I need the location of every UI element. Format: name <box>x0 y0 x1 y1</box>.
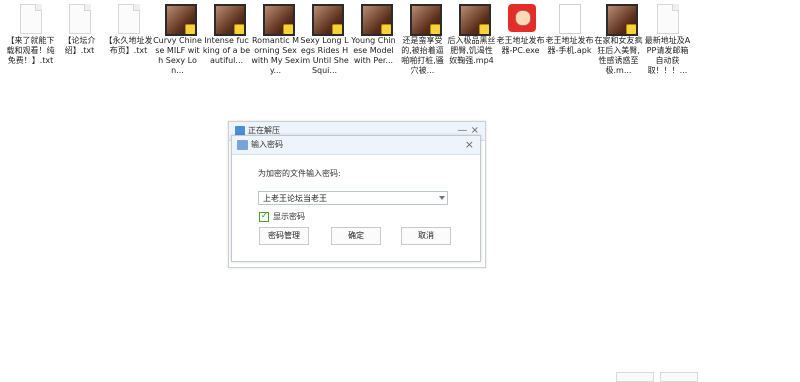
password-dialog: 输入密码 × 为加密的文件输入密码: 上老王论坛当老王 显示密码 密码管理 确定… <box>231 135 481 262</box>
password-dialog-titlebar: 输入密码 × <box>232 136 480 155</box>
extracting-buttons <box>616 372 698 382</box>
show-password-checkbox[interactable] <box>259 211 269 222</box>
desktop-file[interactable]: 后入极品黑丝肥臀,饥渴性奴鞠强.mp4 <box>447 2 496 82</box>
desktop-file[interactable]: 【论坛介绍】.txt <box>55 2 104 82</box>
app-icon <box>507 2 536 34</box>
video-file-icon <box>311 2 344 36</box>
chevron-down-icon[interactable] <box>439 196 445 200</box>
file-label: 后入极品黑丝肥臀,饥渴性奴鞠强.mp4 <box>447 36 496 65</box>
video-file-icon <box>360 2 393 36</box>
password-dialog-title: 输入密码 <box>251 140 283 149</box>
background-button[interactable] <box>660 372 698 382</box>
file-label: Young Chinese Model with Per... <box>351 36 396 65</box>
desktop-file[interactable]: 【永久地址发布页】.txt <box>104 2 153 82</box>
confirm-button[interactable]: 确定 <box>331 227 381 245</box>
desktop-file[interactable]: 老王地址发布器-PC.exe <box>496 2 545 82</box>
file-label: 【论坛介绍】.txt <box>63 36 96 55</box>
file-label: 老王地址发布器-PC.exe <box>496 36 545 55</box>
file-label: 在家和女友疯狂后入美臀,性感诱惑至极.m... <box>594 36 643 75</box>
password-prompt: 为加密的文件输入密码: <box>258 169 341 178</box>
file-label: 老王地址发布器-手机.apk <box>545 36 594 55</box>
text-file-icon <box>116 2 142 34</box>
video-file-icon <box>409 2 442 36</box>
video-file-icon <box>262 2 295 36</box>
text-file-icon <box>67 2 93 34</box>
desktop: 【来了就能下载和观看！纯免费！】.txt 【论坛介绍】.txt 【永久地址发布页… <box>0 0 800 382</box>
file-label: 【来了就能下载和观看！纯免费！】.txt <box>6 36 55 65</box>
video-file-icon <box>213 2 246 36</box>
apk-file-icon <box>557 2 583 34</box>
desktop-file[interactable]: 最新地址及APP请发邮箱自动获取！！！... <box>643 2 692 82</box>
desktop-file[interactable]: 老王地址发布器-手机.apk <box>545 2 594 82</box>
show-password-label: 显示密码 <box>273 212 305 221</box>
desktop-file[interactable]: Young Chinese Model with Per... <box>349 2 398 82</box>
desktop-file[interactable]: 【来了就能下载和观看！纯免费！】.txt <box>6 2 55 82</box>
cancel-button[interactable]: 取消 <box>401 227 451 245</box>
desktop-icon-row: 【来了就能下载和观看！纯免费！】.txt 【论坛介绍】.txt 【永久地址发布页… <box>6 2 800 82</box>
file-label: Intense fucking of a beautiful... <box>202 36 251 65</box>
file-label: 【永久地址发布页】.txt <box>104 36 153 55</box>
file-label: Romantic Morning Sex with My Sexy... <box>251 36 300 75</box>
desktop-file[interactable]: Intense fucking of a beautiful... <box>202 2 251 82</box>
desktop-file[interactable]: Romantic Morning Sex with My Sexy... <box>251 2 300 82</box>
video-file-icon <box>458 2 491 36</box>
file-label: Curvy Chinese MILF with Sexy Lon... <box>153 36 202 75</box>
desktop-file[interactable]: Curvy Chinese MILF with Sexy Lon... <box>153 2 202 82</box>
file-label: 最新地址及APP请发邮箱自动获取！！！... <box>644 36 691 75</box>
show-password-row[interactable]: 显示密码 <box>259 211 305 222</box>
text-file-icon <box>18 2 44 34</box>
desktop-file[interactable]: 在家和女友疯狂后入美臀,性感诱惑至极.m... <box>594 2 643 82</box>
text-file-icon <box>655 2 681 34</box>
desktop-file[interactable]: Sexy Long Legs Rides Him Until She Squi.… <box>300 2 349 82</box>
video-file-icon <box>605 2 638 36</box>
video-file-icon <box>164 2 197 36</box>
password-icon <box>237 140 248 150</box>
file-label: 还是蛮享受的,被抬着逼啪啪打桩,骚穴被... <box>401 36 444 75</box>
background-button[interactable] <box>616 372 654 382</box>
desktop-file[interactable]: 还是蛮享受的,被抬着逼啪啪打桩,骚穴被... <box>398 2 447 82</box>
file-label: Sexy Long Legs Rides Him Until She Squi.… <box>300 36 349 75</box>
password-input[interactable]: 上老王论坛当老王 <box>258 191 448 205</box>
close-icon[interactable]: × <box>465 136 474 154</box>
password-value: 上老王论坛当老王 <box>263 194 327 203</box>
password-manage-button[interactable]: 密码管理 <box>259 227 309 245</box>
